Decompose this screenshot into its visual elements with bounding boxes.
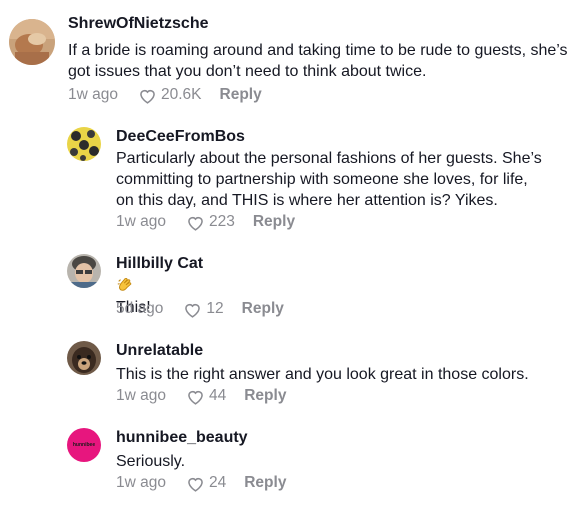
heart-outline-icon (140, 89, 155, 104)
avatar-logo-text: hunnibee (72, 442, 96, 448)
heart-outline-icon (188, 216, 203, 231)
heart-outline-icon (188, 477, 203, 492)
reply-button[interactable]: Reply (220, 86, 262, 104)
comment-text: This is the right answer and you look gr… (116, 366, 529, 383)
comment-username[interactable]: ShrewOfNietzsche (68, 15, 208, 33)
comment-actions: 1w ago 20.6K Reply (68, 86, 262, 104)
avatar[interactable]: hunnibee (67, 428, 101, 462)
reply-button[interactable]: Reply (244, 474, 286, 492)
comment-username[interactable]: hunnibee_beauty (116, 429, 248, 447)
reply-button[interactable]: Reply (244, 387, 286, 405)
comment-time: 1w ago (68, 86, 118, 103)
like-button[interactable]: 44 (186, 387, 226, 405)
comment-text: Seriously. (116, 453, 186, 470)
heart-outline-icon (185, 303, 201, 318)
avatar-image (67, 254, 101, 288)
like-count: 12 (206, 300, 224, 317)
avatar[interactable] (9, 19, 55, 65)
avatar-image (67, 127, 101, 161)
comment-actions: 1w ago 44 Reply (116, 387, 286, 405)
comment-text: Particularly about the personal fashions… (116, 150, 542, 209)
comment-time: 5d ago (116, 300, 164, 317)
comment-text: If a bride is roaming around and taking … (68, 42, 568, 80)
like-count: 223 (208, 213, 235, 230)
like-button[interactable]: 20.6K (138, 86, 202, 104)
clapping-hands-emoji (117, 277, 132, 291)
avatar-image (67, 341, 101, 375)
reply-button[interactable]: Reply (253, 213, 295, 231)
like-count: 44 (208, 387, 227, 404)
like-count: 24 (208, 474, 227, 491)
comment-actions: 5d ago 12 Reply (116, 300, 284, 318)
like-button[interactable]: 24 (186, 474, 226, 492)
comment-actions: 1w ago 24 Reply (116, 474, 286, 492)
avatar[interactable] (67, 127, 101, 161)
avatar[interactable] (67, 341, 101, 375)
heart-outline-icon (188, 390, 203, 405)
comment-username[interactable]: Unrelatable (116, 342, 203, 360)
like-button[interactable]: 12 (183, 300, 224, 318)
comment-time: 1w ago (116, 474, 166, 491)
comment-username[interactable]: DeeCeeFromBos (116, 128, 245, 146)
reply-button[interactable]: Reply (242, 300, 284, 318)
avatar[interactable] (67, 254, 101, 288)
comment-username[interactable]: Hillbilly Cat (116, 255, 203, 273)
comment-time: 1w ago (116, 387, 166, 404)
avatar-image (9, 19, 55, 65)
like-button[interactable]: 223 (186, 213, 235, 231)
comment-time: 1w ago (116, 213, 166, 230)
comment-actions: 1w ago 223 Reply (116, 213, 295, 231)
like-count: 20.6K (160, 86, 202, 103)
